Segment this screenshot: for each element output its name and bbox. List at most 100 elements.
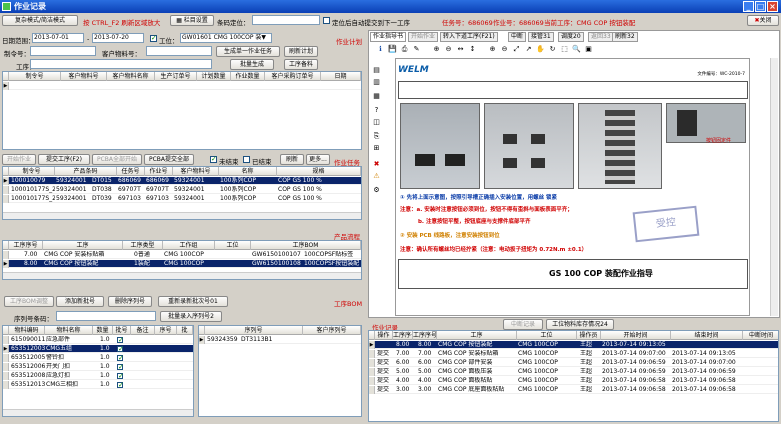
finished-checkbox[interactable] <box>243 156 250 163</box>
start-work-button[interactable]: 开始作业 <box>2 154 36 165</box>
plan-col-header[interactable]: 制令号 <box>9 72 61 81</box>
plan-col-header[interactable]: 作业数量 <box>231 72 265 81</box>
bom-hscrollbar[interactable] <box>3 409 193 416</box>
process-material-button[interactable]: 工序备料 <box>284 59 318 70</box>
records-row[interactable]: 提交 7.00 7.00 CMG COP 安装标贴箱 CMG 100COP 王超… <box>369 350 778 358</box>
plan-table-row[interactable]: ▶ <box>3 82 361 90</box>
fit-width-icon[interactable]: ↔ <box>456 45 465 54</box>
task-col-header[interactable]: 制令号 <box>9 167 55 176</box>
records-row[interactable]: 提交 6.00 6.00 CMG COP 部件安装 CMG 100COP 王超 … <box>369 359 778 367</box>
bom-adjust-button[interactable]: 工序BOM调整 <box>4 296 54 307</box>
station-select[interactable]: GW01601 CMG 100COP 装▼ <box>180 33 272 43</box>
help-icon[interactable]: ? <box>372 106 381 115</box>
bom-batch-checkbox[interactable] <box>117 345 124 353</box>
records-col-header[interactable]: 操作 <box>375 331 393 340</box>
thumbnail-icon[interactable]: ▣ <box>584 45 593 54</box>
doc-vscrollbar[interactable] <box>770 58 778 316</box>
tab-return[interactable]: 返回33 <box>588 32 614 42</box>
warning-icon[interactable]: ⚠ <box>372 172 381 181</box>
customer-part-input[interactable] <box>146 46 212 56</box>
delete-icon[interactable]: ✖ <box>372 160 381 169</box>
batch-generate-button[interactable]: 批量生成 <box>230 59 274 70</box>
records-row[interactable]: 提交 4.00 4.00 CMG COP 面板粘贴 CMG 100COP 王超 … <box>369 377 778 385</box>
tab-interrupt[interactable]: 中断 <box>508 32 527 42</box>
close-window-button[interactable]: × <box>767 1 778 12</box>
fit-height-icon[interactable]: ↕ <box>468 45 477 54</box>
bom-row[interactable]: 6535120050 警铃扣 1.0 <box>3 354 193 362</box>
page-icon[interactable]: ▤ <box>372 66 381 75</box>
stamp-icon[interactable]: ⊞ <box>372 144 381 153</box>
bom-batch-checkbox[interactable] <box>117 363 124 371</box>
save-icon[interactable]: 💾 <box>388 45 397 54</box>
mode-toggle-button[interactable]: 复杂模式/简洁模式 <box>2 15 78 26</box>
select-icon[interactable]: ⬚ <box>560 45 569 54</box>
serial-barcode-input[interactable] <box>56 311 156 321</box>
info-icon[interactable]: ℹ <box>376 45 385 54</box>
process-table-row[interactable]: 7.00 CMG COP 安装标贴箱 0普通 CMG 100COP GW6150… <box>3 251 361 259</box>
plan-col-header[interactable]: 客户物料名称 <box>107 72 155 81</box>
date-to-input[interactable]: 2013-07-20 <box>92 33 144 43</box>
tab-next-process[interactable]: 转入下道工序(F21) <box>440 32 498 42</box>
add-batch-button[interactable]: 添加新批号 <box>56 296 104 307</box>
serial-row[interactable]: ▶ 59324359 DT3113B1 <box>199 336 361 344</box>
generate-task-button[interactable]: 生成单一作业任务 <box>216 46 280 57</box>
tab-dispatch[interactable]: 调度20 <box>558 32 584 42</box>
records-col-header[interactable]: 操作员 <box>577 331 601 340</box>
process-table[interactable]: 工序序号 工序 工序类型 工作组 工位 工序BOM 7.00 CMG COP 安… <box>2 240 362 280</box>
tab-work-instruction[interactable]: 作业指导书 <box>370 32 407 42</box>
delete-serial-button[interactable]: 删除序列号 <box>108 296 152 307</box>
zoom-out-icon[interactable]: ⊖ <box>444 45 453 54</box>
order-input[interactable] <box>30 46 96 56</box>
batch-serial-button[interactable]: 批量录入序列号2 <box>160 311 222 322</box>
interrupt-record-button[interactable]: 中断记录 <box>503 319 543 330</box>
task-table[interactable]: 制令号 产品条码 任务号 作业号 客户物料号 名称 规格 ▶ 100010079… <box>2 166 362 220</box>
bom-batch-checkbox[interactable] <box>117 354 124 362</box>
plan-col-header[interactable]: 计划数量 <box>197 72 231 81</box>
pcba-start-all-button[interactable]: PCBA全部开始 <box>92 154 142 165</box>
serial-table[interactable]: 序列号 客户序列号 ▶ 59324359 DT3113B1 <box>198 325 362 417</box>
pencil-icon[interactable]: ✎ <box>412 45 421 54</box>
process-col-header[interactable]: 工位 <box>215 241 251 250</box>
task-table-row[interactable]: 100010177S_2 59324001 DT039 697103 69710… <box>3 195 361 203</box>
tab-takeover[interactable]: 接管31 <box>528 32 554 42</box>
bom-batch-checkbox[interactable] <box>117 372 124 380</box>
bom-col-header[interactable]: 序号 <box>155 326 177 335</box>
refresh-plan-button[interactable]: 刷新计划 <box>284 46 318 57</box>
minimize-button[interactable]: _ <box>743 1 754 12</box>
process-table-row[interactable]: ▶ 8.00 CMG COP 按钮装配 1装配 CMG 100COP GW615… <box>3 260 361 268</box>
records-col-header[interactable]: 工序序号 <box>393 331 413 340</box>
re-enter-batch-button[interactable]: 重新录新批次号01 <box>158 296 228 307</box>
tab-refresh[interactable]: 刷新32 <box>612 32 638 42</box>
serial-col-header[interactable]: 序列号 <box>205 326 303 335</box>
zoom-area-icon[interactable]: 🔍 <box>572 45 581 54</box>
bom-col-header[interactable]: 批号 <box>113 326 131 335</box>
submit-process-button[interactable]: 提交工序(F2) <box>38 154 90 165</box>
bom-table[interactable]: 物料编码 物料名称 数量 批号 备注 序号 批 6150900110 应急部件 … <box>2 325 194 417</box>
attachment-icon[interactable]: ⎘ <box>372 132 381 141</box>
close-button[interactable]: ✖关闭 <box>747 15 779 26</box>
plan-table[interactable]: 制令号 客户物料号 客户物料名称 生产订单号 计划数量 作业数量 客户采购订单号… <box>2 71 362 150</box>
records-col-header[interactable]: 工位 <box>517 331 577 340</box>
bom-batch-checkbox[interactable] <box>117 336 124 344</box>
bom-row[interactable]: 6535120060 开关门扣 1.0 <box>3 363 193 371</box>
refresh-button[interactable]: 刷新 <box>280 154 304 165</box>
bom-col-header[interactable]: 物料编码 <box>9 326 45 335</box>
records-row[interactable]: ▶ 8.00 8.00 CMG COP 按钮装配 CMG 100COP 王超 2… <box>369 341 778 349</box>
more-button[interactable]: 更多... <box>306 154 330 165</box>
task-hscrollbar[interactable] <box>3 212 361 219</box>
task-col-header[interactable]: 名称 <box>219 167 277 176</box>
process-col-header[interactable]: 工序类型 <box>123 241 163 250</box>
plan-col-header[interactable]: 客户物料号 <box>61 72 107 81</box>
arrow-icon[interactable]: ↗ <box>524 45 533 54</box>
records-row[interactable]: 提交 5.00 5.00 CMG COP 面板压装 CMG 100COP 王超 … <box>369 368 778 376</box>
records-col-header[interactable]: 工序序号 <box>413 331 437 340</box>
settings-icon[interactable]: ⚙ <box>372 186 381 195</box>
barcode-scan-input[interactable] <box>252 15 320 25</box>
bom-row[interactable]: 6535120130 CMG三相扣 1.0 <box>3 381 193 389</box>
bom-row[interactable]: 6150900110 应急部件 1.0 <box>3 336 193 344</box>
records-row[interactable]: 提交 3.00 3.00 CMG COP 底座面板粘贴 CMG 100COP 王… <box>369 386 778 394</box>
fit-page-icon[interactable]: ⤢ <box>512 45 521 54</box>
process-hscrollbar[interactable] <box>3 272 361 279</box>
bom-row[interactable]: 6535120080 应急灯扣 1.0 <box>3 372 193 380</box>
task-table-row[interactable]: ▶ 100010079 59324001 DT015 686069 686069… <box>3 177 361 185</box>
